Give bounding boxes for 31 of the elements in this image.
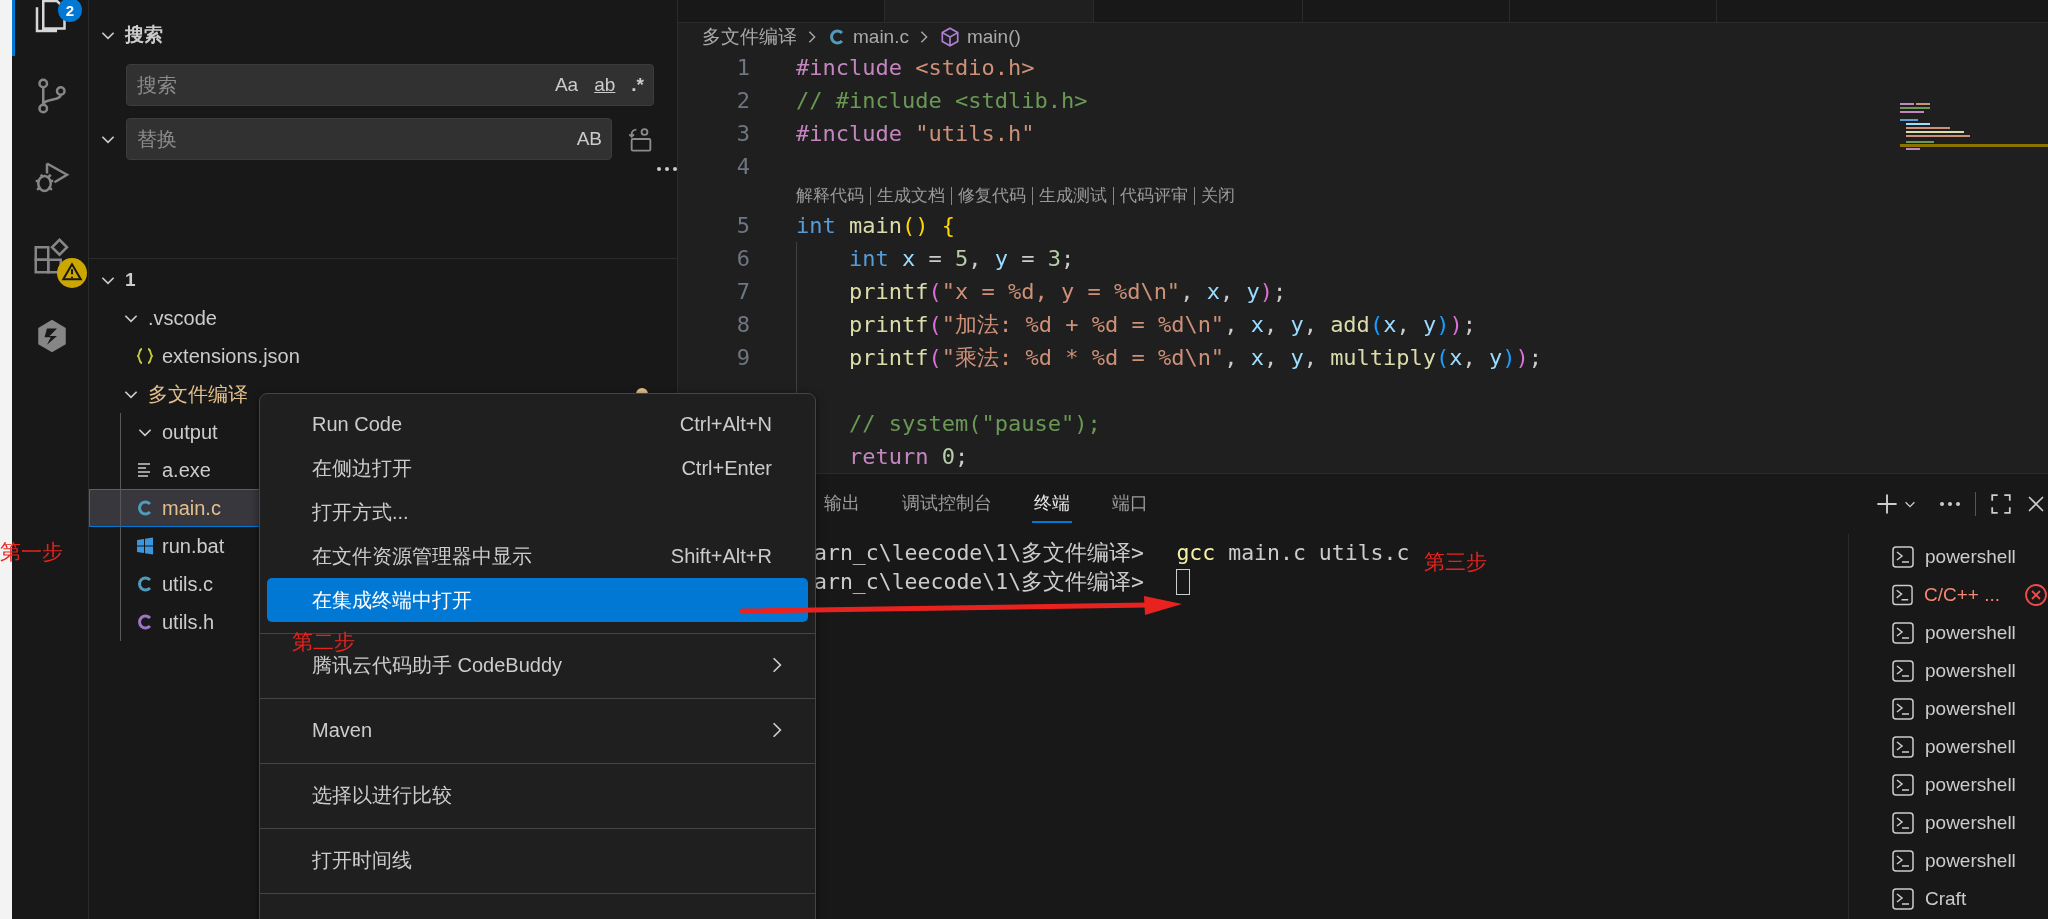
line-number: 6: [735, 246, 750, 271]
code-line: // #include <stdlib.h>: [796, 87, 1088, 115]
code-line: return 0;: [796, 440, 969, 473]
terminal-prompt: arn_c\leecode\1\多文件编译>: [814, 539, 1146, 567]
shortcut-label: Ctrl+Alt+N: [679, 412, 772, 436]
terminal-command: gcc: [1176, 540, 1216, 565]
shortcut-label: Shift+Alt+R: [670, 544, 772, 568]
code-line: printf("加法: %d + %d = %d\n", x, y, add(x, y));: [796, 308, 1476, 341]
line-number: 5: [735, 213, 750, 238]
line-number: 9: [735, 345, 750, 370]
line-number: 1: [735, 55, 750, 80]
line-number: 7: [735, 279, 750, 304]
shortcut-label: Ctrl+Enter: [681, 456, 772, 480]
line-number: 4: [735, 154, 750, 179]
terminal-arguments: main.c utils.c: [1228, 540, 1410, 565]
terminal-prompt: arn_c\leecode\1\多文件编译>: [814, 568, 1146, 596]
code-line: #include <stdio.h>: [796, 54, 1035, 82]
annotation-label: 第三步: [1424, 549, 1487, 575]
code-line: #include "utils.h": [796, 120, 1035, 148]
code-line: int main() {: [796, 212, 955, 240]
code-line: int x = 5, y = 3;: [796, 242, 1075, 275]
section-title: 搜索: [125, 23, 163, 47]
count-badge: 2: [58, 0, 82, 22]
code-line: printf("x = %d, y = %d\n", x, y);: [796, 275, 1287, 308]
line-number: 3: [735, 121, 750, 146]
section-title: 1: [125, 269, 136, 291]
annotation-label: 第二步: [292, 629, 355, 655]
code-line: // system("pause");: [796, 407, 1101, 440]
code-line: printf("乘法: %d * %d = %d\n", x, y, multiply(x, y));: [796, 341, 1543, 374]
line-number: 8: [735, 312, 750, 337]
line-number: 2: [735, 88, 750, 113]
